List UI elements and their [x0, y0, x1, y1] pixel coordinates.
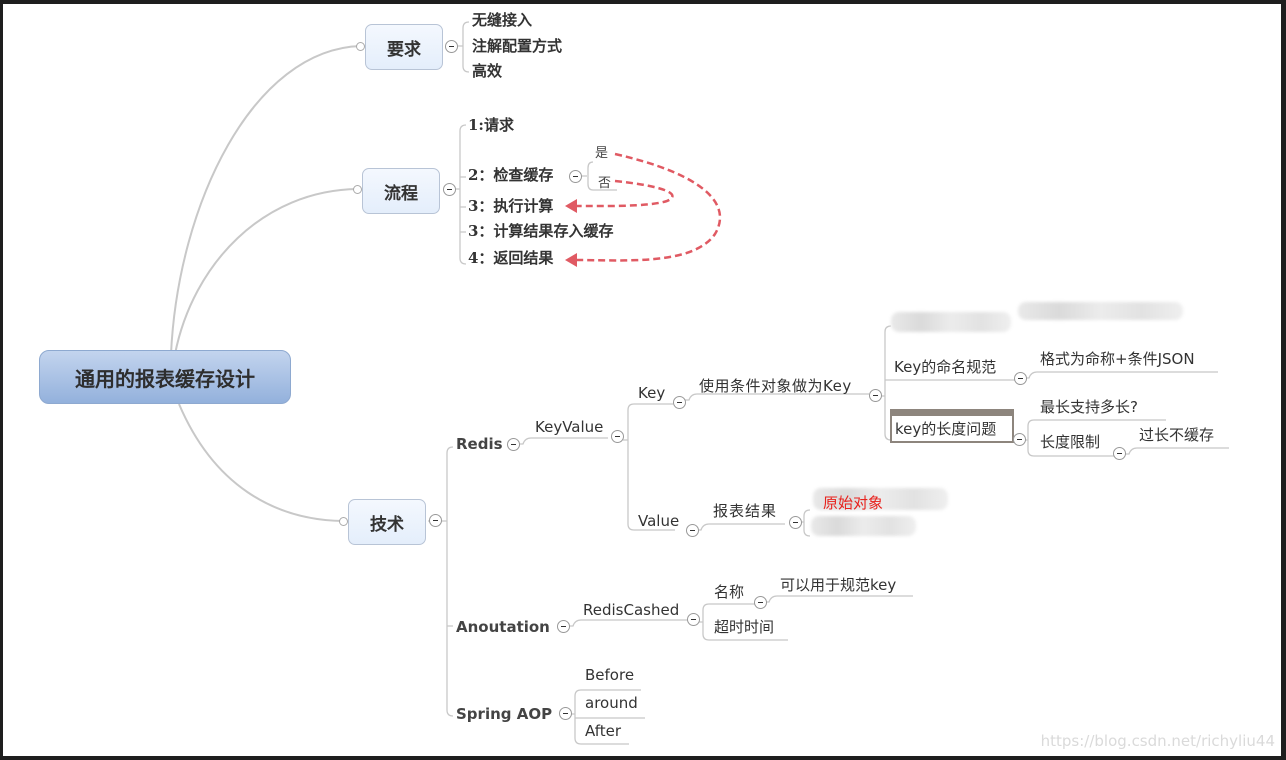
node-drag-handle[interactable] [892, 411, 1012, 416]
line-limit-rule [1125, 447, 1229, 455]
aop-item[interactable]: After [585, 722, 621, 740]
key-length: key的长度问题 [895, 420, 997, 438]
value-result[interactable]: 报表结果 [713, 502, 777, 520]
collapse-usage-icon[interactable] [869, 389, 882, 402]
process-step[interactable]: 3：计算结果存入缓存 [468, 222, 613, 240]
arrowhead-compute [565, 199, 577, 213]
collapse-annotation-icon[interactable] [557, 620, 570, 633]
requirement-item[interactable]: 注解配置方式 [472, 37, 562, 55]
connector-dot [356, 42, 365, 51]
central-topic-label: 通用的报表缓存设计 [75, 366, 255, 391]
collapse-requirements-icon[interactable] [445, 40, 458, 53]
central-topic[interactable]: 通用的报表缓存设计 [39, 350, 291, 404]
process-step[interactable]: 4：返回结果 [468, 249, 553, 267]
link-central-tech [178, 403, 344, 522]
topic-tech[interactable]: 技术 [348, 499, 426, 545]
collapse-result-icon[interactable] [789, 516, 802, 529]
selected-node-length[interactable]: key的长度问题 [890, 409, 1014, 443]
requirement-item[interactable]: 无缝接入 [472, 11, 532, 29]
relationship-no-compute [574, 179, 674, 208]
branch-yes[interactable]: 是 [595, 142, 608, 161]
arrowhead-return [565, 253, 577, 267]
redis-key[interactable]: Key [638, 384, 665, 402]
line-redis-keyvalue [520, 437, 608, 445]
collapse-check-icon[interactable] [569, 170, 582, 183]
collapse-attr-name-icon[interactable] [754, 596, 767, 609]
link-central-process [174, 188, 359, 355]
attr-name-note[interactable]: 可以用于规范key [780, 576, 896, 594]
topic-requirements[interactable]: 要求 [365, 24, 443, 70]
line-naming-rule [1025, 371, 1218, 379]
bracket-process-mid [460, 176, 466, 233]
link-central-requirements [170, 45, 362, 355]
annotation-attr-name[interactable]: 名称 [714, 583, 744, 601]
connector-dot [339, 517, 348, 526]
branch-no[interactable]: 否 [598, 172, 611, 191]
blurred-node [811, 516, 916, 536]
tech-redis[interactable]: Redis [456, 435, 503, 453]
redis-keyvalue[interactable]: KeyValue [535, 418, 603, 436]
tech-annotation[interactable]: Anoutation [456, 618, 550, 636]
collapse-process-icon[interactable] [443, 183, 456, 196]
line-name-note [765, 595, 913, 603]
collapse-value-icon[interactable] [686, 524, 699, 537]
redis-value[interactable]: Value [638, 512, 679, 530]
topic-tech-label: 技术 [370, 514, 404, 535]
collapse-rediscashed-icon[interactable] [687, 613, 700, 626]
collapse-key-icon[interactable] [673, 396, 686, 409]
connector-dot [353, 185, 362, 194]
length-question[interactable]: 最长支持多长? [1040, 398, 1138, 416]
bracket-tech [428, 446, 454, 717]
relationship-yes-return [574, 152, 722, 262]
collapse-redis-icon[interactable] [507, 438, 520, 451]
limit-rule[interactable]: 过长不缓存 [1139, 426, 1214, 444]
aop-item[interactable]: around [585, 694, 638, 712]
value-original-object[interactable]: 原始对象 [823, 494, 883, 512]
requirement-item[interactable]: 高效 [472, 62, 502, 80]
collapse-length-icon[interactable] [1013, 433, 1026, 446]
topic-requirements-label: 要求 [387, 39, 421, 60]
mindmap-canvas: 通用的报表缓存设计 要求 无缝接入 注解配置方式 高效 流程 1:请求 2：检查… [3, 4, 1281, 756]
collapse-naming-icon[interactable] [1014, 372, 1027, 385]
line-annotation-name [569, 619, 688, 627]
process-step[interactable]: 3：执行计算 [468, 197, 553, 215]
process-step[interactable]: 2：检查缓存 [468, 166, 553, 184]
topic-process-label: 流程 [384, 183, 418, 204]
topic-process[interactable]: 流程 [362, 168, 440, 214]
aop-item[interactable]: Before [585, 666, 634, 684]
length-limit[interactable]: 长度限制 [1040, 433, 1100, 451]
process-step[interactable]: 1:请求 [468, 116, 514, 134]
line-value-result [697, 523, 785, 531]
key-naming[interactable]: Key的命名规范 [894, 358, 996, 376]
blurred-node [891, 312, 1011, 332]
blurred-node [1018, 302, 1183, 320]
naming-rule[interactable]: 格式为命称+条件JSON [1040, 350, 1195, 368]
collapse-tech-icon[interactable] [429, 514, 442, 527]
collapse-aop-icon[interactable] [559, 707, 572, 720]
collapse-keyvalue-icon[interactable] [611, 430, 624, 443]
key-usage[interactable]: 使用条件对象做为Key [699, 377, 852, 395]
annotation-name[interactable]: RedisCashed [583, 601, 679, 619]
tech-spring-aop[interactable]: Spring AOP [456, 705, 552, 723]
watermark: https://blog.csdn.net/richyliu44 [1040, 732, 1275, 750]
bracket-process [456, 124, 467, 265]
collapse-limit-icon[interactable] [1113, 447, 1126, 460]
annotation-attr-timeout[interactable]: 超时时间 [714, 618, 774, 636]
